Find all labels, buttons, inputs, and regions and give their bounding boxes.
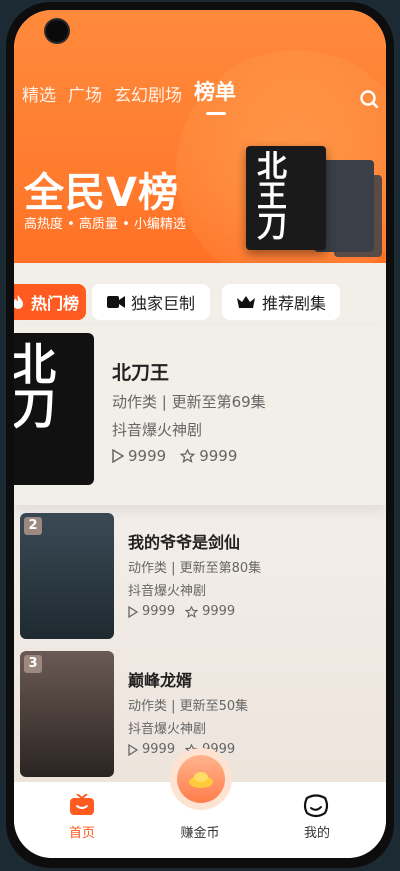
rank-badge: 3 — [24, 655, 42, 673]
featured-meta: 动作类 | 更新至第69集 — [112, 393, 266, 411]
drama-poster[interactable]: 2 — [20, 513, 114, 639]
gold-ingot-icon — [189, 772, 213, 788]
front-camera — [46, 20, 68, 42]
home-tv-icon[interactable] — [69, 794, 95, 816]
category-exclusive-chip[interactable]: 独家巨制 — [92, 284, 210, 320]
drama-stats: 9999 9999 — [128, 604, 235, 619]
featured-tag: 抖音爆火神剧 — [112, 421, 203, 439]
search-icon[interactable] — [360, 90, 378, 108]
drama-title: 巅峰龙婿 — [128, 671, 193, 690]
drama-poster[interactable]: 3 — [20, 651, 114, 777]
tab-square[interactable]: 广场 — [68, 81, 102, 106]
flame-icon — [14, 295, 23, 309]
crown-icon — [236, 296, 255, 308]
coin-icon-wrap — [177, 755, 225, 803]
featured-title: 北刀王 — [112, 362, 170, 384]
rank-badge: 2 — [24, 517, 42, 535]
tab-fantasy-theater[interactable]: 玄幻剧场 — [114, 81, 182, 106]
drama-meta: 动作类 | 更新至50集 — [128, 699, 249, 714]
featured-favorites: 9999 — [199, 447, 238, 465]
drama-meta: 动作类 | 更新至第80集 — [128, 561, 262, 576]
hero-subtitle: 高热度 • 高质量 • 小编精选 — [24, 217, 186, 232]
star-icon — [185, 605, 199, 618]
profile-face-icon[interactable] — [303, 794, 329, 818]
category-exclusive-label: 独家巨制 — [130, 294, 195, 313]
drama-tag: 抖音爆火神剧 — [128, 584, 207, 599]
tab-rankings[interactable]: 榜单 — [194, 76, 236, 115]
hero-poster-calligraphy: 北王刀 — [251, 150, 286, 240]
earn-coins-button[interactable] — [170, 748, 232, 810]
list-item[interactable]: 2 我的爷爷是剑仙 动作类 | 更新至第80集 抖音爆火神剧 9999 9999 — [20, 513, 380, 643]
tab-featured[interactable]: 精选 — [22, 81, 56, 106]
featured-stats: 9999 9999 — [112, 447, 237, 465]
top-tab-bar: 精选 广场 玄幻剧场 榜单 — [22, 76, 236, 115]
nav-mine[interactable]: 我的 — [282, 822, 352, 841]
drama-title: 我的爷爷是剑仙 — [128, 533, 241, 552]
play-icon — [128, 743, 138, 756]
category-recommended-chip[interactable]: 推荐剧集 — [222, 284, 340, 320]
featured-plays: 9999 — [128, 447, 167, 465]
video-camera-icon — [106, 296, 125, 308]
featured-poster[interactable]: 北刀 — [14, 333, 94, 485]
category-hot-chip[interactable]: 热门榜 — [14, 284, 86, 320]
featured-poster-calligraphy: 北刀 — [14, 341, 55, 429]
nav-earn-coins[interactable]: 赚金币 — [165, 822, 235, 841]
hero-poster-main[interactable]: 北王刀 — [246, 146, 326, 250]
hero-title: 全民V榜 — [24, 170, 179, 216]
category-hot-label: 热门榜 — [30, 294, 79, 313]
featured-drama-card[interactable]: 北刀 北刀王 动作类 | 更新至第69集 抖音爆火神剧 9999 9999 — [14, 325, 386, 505]
star-icon — [180, 449, 196, 463]
drama-plays: 9999 — [142, 742, 176, 757]
play-icon — [112, 449, 124, 463]
app-screen: 精选 广场 玄幻剧场 榜单 全民V榜 高热度 • 高质量 • 小编精选 北王刀 … — [14, 10, 386, 858]
drama-tag: 抖音爆火神剧 — [128, 722, 207, 737]
play-icon — [128, 605, 138, 618]
drama-plays: 9999 — [142, 604, 176, 619]
nav-home[interactable]: 首页 — [47, 822, 117, 841]
drama-favorites: 9999 — [202, 604, 236, 619]
category-recommended-label: 推荐剧集 — [261, 294, 326, 313]
